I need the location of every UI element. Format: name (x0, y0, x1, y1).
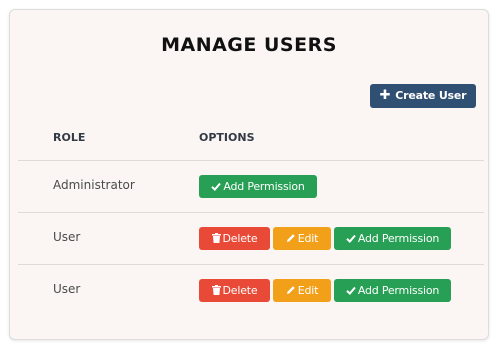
delete-label: Delete (222, 284, 258, 297)
delete-button[interactable]: Delete (199, 279, 270, 302)
role-cell: User (53, 282, 81, 296)
edit-label: Edit (297, 284, 319, 297)
add-permission-label: Add Permission (357, 232, 440, 245)
header-divider (18, 160, 484, 161)
delete-button[interactable]: Delete (199, 227, 270, 250)
row-divider (18, 264, 484, 265)
trash-icon (211, 279, 221, 302)
check-icon (346, 227, 356, 250)
check-icon (346, 279, 356, 302)
create-user-button[interactable]: ✚ Create User (370, 84, 476, 108)
pencil-icon (286, 227, 296, 250)
column-header-options: OPTIONS (199, 131, 255, 144)
edit-button[interactable]: Edit (273, 279, 331, 302)
role-cell: Administrator (53, 178, 135, 192)
trash-icon (211, 227, 221, 250)
row-divider (18, 212, 484, 213)
add-permission-label: Add Permission (223, 180, 305, 193)
add-permission-button[interactable]: Add Permission (199, 175, 317, 198)
plus-icon: ✚ (379, 88, 391, 103)
delete-label: Delete (222, 232, 258, 245)
page-title: MANAGE USERS (161, 34, 337, 56)
column-header-role: ROLE (53, 131, 86, 144)
manage-users-card: MANAGE USERS ✚ Create User ROLE OPTIONS A… (9, 9, 489, 340)
add-permission-label: Add Permission (357, 284, 440, 297)
edit-button[interactable]: Edit (273, 227, 331, 250)
pencil-icon (286, 279, 296, 302)
role-cell: User (53, 230, 81, 244)
create-user-label: Create User (395, 89, 467, 102)
add-permission-button[interactable]: Add Permission (334, 227, 451, 250)
add-permission-button[interactable]: Add Permission (334, 279, 451, 302)
check-icon (211, 175, 222, 198)
edit-label: Edit (297, 232, 319, 245)
